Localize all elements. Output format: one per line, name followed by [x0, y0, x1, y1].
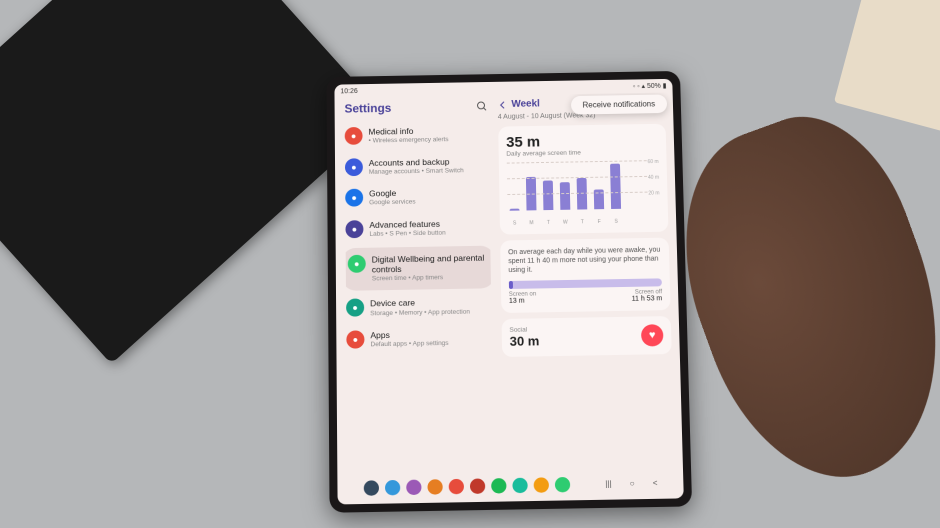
- menu-popup-receive-notifications[interactable]: Receive notifications: [570, 94, 667, 114]
- settings-item-0[interactable]: ● Medical info• Wireless emergency alert…: [345, 119, 489, 152]
- settings-item-icon: ●: [345, 158, 363, 176]
- settings-item-icon: ●: [346, 299, 364, 317]
- average-card[interactable]: On average each day while you were awake…: [500, 238, 671, 314]
- social-card[interactable]: Social 30 m ♥: [501, 316, 672, 357]
- settings-item-icon: ●: [346, 330, 364, 348]
- search-icon[interactable]: [476, 100, 488, 112]
- settings-item-4[interactable]: ● Digital Wellbeing and parental control…: [345, 245, 495, 291]
- nav-home[interactable]: ○: [630, 478, 635, 487]
- dock-app-6[interactable]: [491, 478, 506, 494]
- device-frame: 10:26 ◦ ◦ ▴ 50% ▮ Settings ● Medical inf…: [326, 71, 692, 513]
- usage-bar: [509, 279, 662, 290]
- settings-item-3[interactable]: ● Advanced featuresLabs • S Pen • Side b…: [345, 212, 490, 246]
- page-title: Weekl: [511, 99, 540, 110]
- dock-app-0[interactable]: [363, 480, 378, 496]
- dock-app-3[interactable]: [427, 479, 442, 495]
- chart-bar: [543, 180, 554, 210]
- dock-app-7[interactable]: [512, 477, 527, 493]
- category-value: 30 m: [510, 334, 540, 350]
- settings-list: ● Medical info• Wireless emergency alert…: [345, 119, 495, 504]
- nav-bar: ||| ○ <: [605, 478, 658, 488]
- settings-item-icon: ●: [345, 220, 363, 238]
- dock-app-9[interactable]: [554, 476, 569, 492]
- screen: 10:26 ◦ ◦ ▴ 50% ▮ Settings ● Medical inf…: [334, 79, 683, 505]
- dock-app-8[interactable]: [533, 477, 548, 493]
- average-text: On average each day while you were awake…: [508, 246, 662, 276]
- screen-off-block: Screen off 11 h 53 m: [631, 290, 662, 303]
- wellbeing-pane: Weekl Receive notifications 4 August - 1…: [493, 92, 683, 501]
- weekly-bar-chart: 20 m40 m60 m: [507, 161, 661, 221]
- screen-time-label: Daily average screen time: [506, 148, 658, 157]
- settings-item-icon: ●: [345, 127, 363, 145]
- back-icon[interactable]: [497, 100, 507, 110]
- settings-item-icon: ●: [348, 254, 366, 272]
- settings-item-1[interactable]: ● Accounts and backupManage accounts • S…: [345, 150, 489, 183]
- chart-bar: [610, 163, 621, 209]
- chart-bar: [560, 182, 571, 210]
- nav-recents[interactable]: |||: [605, 479, 612, 488]
- dock-app-4[interactable]: [448, 478, 463, 494]
- status-time: 10:26: [340, 88, 357, 95]
- settings-item-2[interactable]: ● GoogleGoogle services: [345, 181, 489, 215]
- settings-title: Settings: [344, 101, 391, 115]
- dock-app-5[interactable]: [469, 478, 484, 494]
- heart-icon: ♥: [641, 324, 664, 346]
- screen-on-block: Screen on 13 m: [509, 292, 537, 305]
- settings-pane: Settings ● Medical info• Wireless emerge…: [335, 95, 501, 504]
- dock-app-2[interactable]: [406, 479, 421, 495]
- settings-item-6[interactable]: ● AppsDefault apps • App settings: [346, 322, 492, 356]
- screen-time-card[interactable]: 35 m Daily average screen time 20 m40 m6…: [498, 124, 669, 235]
- wooden-block: [834, 0, 940, 133]
- dock-app-1[interactable]: [385, 479, 400, 495]
- taskbar: ||| ○ <: [337, 466, 683, 505]
- settings-item-icon: ●: [345, 189, 363, 207]
- nav-back[interactable]: <: [653, 478, 658, 487]
- status-battery: ◦ ◦ ▴ 50% ▮: [633, 82, 667, 90]
- settings-item-5[interactable]: ● Device careStorage • Memory • App prot…: [346, 291, 491, 325]
- chart-bar: [509, 209, 519, 211]
